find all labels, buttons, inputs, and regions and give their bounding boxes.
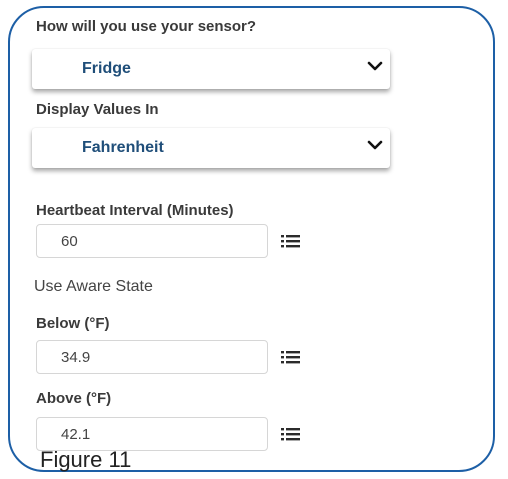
below-label: Below (°F) — [36, 315, 110, 332]
below-value: 34.9 — [61, 349, 91, 366]
above-label: Above (°F) — [36, 390, 112, 407]
list-icon[interactable] — [280, 425, 302, 443]
display-select-value: Fahrenheit — [82, 139, 164, 156]
usage-select[interactable]: Fridge — [32, 49, 390, 89]
above-value: 42.1 — [61, 426, 91, 443]
heartbeat-input[interactable]: 60 — [36, 224, 268, 258]
list-icon[interactable] — [280, 232, 302, 250]
chevron-down-icon — [367, 140, 383, 150]
display-label: Display Values In — [36, 101, 159, 118]
aware-state-label: Use Aware State — [34, 278, 153, 295]
figure-caption: Figure 11 — [40, 447, 132, 472]
heartbeat-label: Heartbeat Interval (Minutes) — [36, 202, 234, 219]
below-input[interactable]: 34.9 — [36, 340, 268, 374]
heartbeat-value: 60 — [61, 233, 78, 250]
display-units-select[interactable]: Fahrenheit — [32, 128, 390, 168]
usage-select-value: Fridge — [82, 60, 131, 77]
chevron-down-icon — [367, 61, 383, 71]
list-icon[interactable] — [280, 348, 302, 366]
usage-label: How will you use your sensor? — [36, 18, 257, 35]
above-input[interactable]: 42.1 — [36, 417, 268, 451]
